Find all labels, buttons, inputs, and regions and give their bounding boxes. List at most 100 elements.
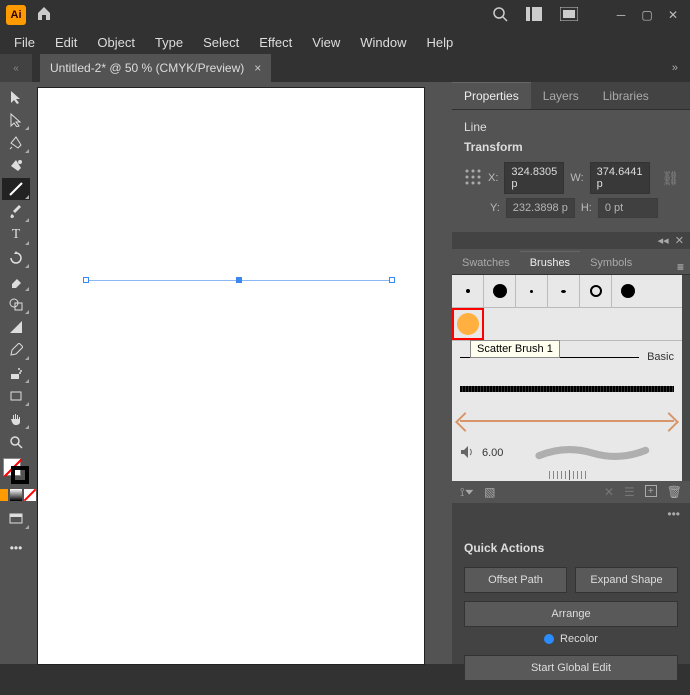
selected-line-object[interactable] (86, 280, 392, 281)
subpanel-collapse-icon[interactable]: ◂◂ ✕ (452, 232, 690, 249)
transform-section-title: Transform (464, 140, 678, 154)
stroke-size-label: 6.00 (482, 447, 503, 459)
h-label: H: (581, 202, 592, 214)
brush-preset-1[interactable] (452, 275, 484, 307)
rectangle-tool[interactable] (2, 385, 30, 407)
eyedropper-tool[interactable] (2, 339, 30, 361)
brush-ticks-row[interactable] (452, 469, 682, 481)
brush-preset-6[interactable] (612, 275, 644, 307)
brush-wavy-row[interactable]: 6.00 (452, 437, 682, 469)
toolbar-collapse-icon[interactable]: « (0, 54, 32, 82)
curvature-tool[interactable] (2, 155, 30, 177)
brush-preset-2[interactable] (484, 275, 516, 307)
document-tab[interactable]: Untitled-2* @ 50 % (CMYK/Preview) × (40, 54, 271, 82)
menu-select[interactable]: Select (193, 31, 249, 54)
app-logo: Ai (6, 5, 26, 25)
x-label: X: (488, 172, 498, 184)
remove-stroke-icon[interactable]: ✕ (604, 485, 614, 499)
offset-path-button[interactable]: Offset Path (464, 567, 567, 593)
x-input[interactable]: 324.8305 p (504, 162, 564, 194)
panel-collapse-icon[interactable]: » (666, 60, 684, 76)
menu-file[interactable]: File (4, 31, 45, 54)
brush-list: Scatter Brush 1 Basic 6.00 (452, 275, 682, 481)
selection-type-label: Line (464, 120, 678, 134)
new-brush-icon[interactable]: + (645, 485, 657, 497)
canvas-area[interactable] (32, 82, 452, 664)
w-label: W: (570, 172, 583, 184)
tab-swatches[interactable]: Swatches (452, 252, 520, 274)
menu-window[interactable]: Window (350, 31, 416, 54)
y-input[interactable]: 232.3898 p (506, 198, 575, 218)
tab-brushes[interactable]: Brushes (520, 251, 580, 274)
panel-more-icon[interactable]: ••• (452, 503, 690, 525)
brush-preset-3[interactable] (516, 275, 548, 307)
menu-type[interactable]: Type (145, 31, 193, 54)
line-tool[interactable] (2, 178, 30, 200)
minimize-button[interactable]: ─ (610, 7, 632, 23)
paintbrush-tool[interactable] (2, 201, 30, 223)
selection-handle-right[interactable] (389, 277, 395, 283)
title-bar: Ai ─ ▢ ✕ (0, 0, 690, 30)
selection-tool[interactable] (2, 86, 30, 108)
zoom-tool[interactable] (2, 431, 30, 453)
expand-shape-button[interactable]: Expand Shape (575, 567, 678, 593)
tab-layers[interactable]: Layers (531, 83, 591, 109)
right-panels: Properties Layers Libraries Line Transfo… (452, 82, 690, 664)
selection-handle-left[interactable] (83, 277, 89, 283)
hand-tool[interactable] (2, 408, 30, 430)
arrange-documents-icon[interactable] (526, 7, 542, 24)
tab-symbols[interactable]: Symbols (580, 252, 642, 274)
shape-builder-tool[interactable] (2, 293, 30, 315)
search-icon[interactable] (492, 6, 508, 25)
document-tab-title: Untitled-2* @ 50 % (CMYK/Preview) (50, 61, 244, 75)
reference-point-icon[interactable] (464, 168, 482, 189)
library-icon[interactable]: ▧ (484, 485, 495, 500)
menu-view[interactable]: View (302, 31, 350, 54)
workspace-icon[interactable] (560, 7, 578, 24)
brush-scrollbar[interactable] (682, 275, 690, 481)
pen-tool[interactable] (2, 132, 30, 154)
arrange-button[interactable]: Arrange (464, 601, 678, 627)
screen-mode-tool[interactable] (2, 508, 30, 530)
delete-brush-icon[interactable]: 🗑 (667, 485, 682, 499)
menu-edit[interactable]: Edit (45, 31, 87, 54)
brush-preset-5[interactable] (580, 275, 612, 307)
color-mode-swatches[interactable] (0, 489, 36, 501)
audio-icon (460, 445, 474, 462)
menu-help[interactable]: Help (416, 31, 463, 54)
home-icon[interactable] (36, 5, 52, 26)
symbol-sprayer-tool[interactable] (2, 362, 30, 384)
panel-menu-icon[interactable]: ≡ (677, 260, 684, 274)
recolor-button[interactable]: Recolor (464, 633, 678, 645)
gradient-tool[interactable] (2, 316, 30, 338)
brush-arrow-row[interactable] (452, 405, 682, 437)
brush-charcoal-row[interactable] (452, 373, 682, 405)
close-button[interactable]: ✕ (662, 7, 684, 23)
properties-panel-tabs: Properties Layers Libraries (452, 82, 690, 110)
brush-scatter-orange[interactable] (452, 308, 484, 340)
menu-effect[interactable]: Effect (249, 31, 302, 54)
maximize-button[interactable]: ▢ (636, 7, 658, 23)
recolor-label: Recolor (560, 633, 598, 645)
edit-toolbar-icon[interactable]: ••• (2, 537, 30, 559)
brush-libraries-icon[interactable]: ⟟⏷ (460, 485, 474, 500)
menu-object[interactable]: Object (87, 31, 145, 54)
direct-selection-tool[interactable] (2, 109, 30, 131)
tab-libraries[interactable]: Libraries (591, 83, 661, 109)
start-global-edit-button[interactable]: Start Global Edit (464, 655, 678, 681)
recolor-dot-icon (544, 634, 554, 644)
type-tool[interactable]: T (2, 224, 30, 246)
link-wh-icon[interactable]: ⛓ (662, 170, 680, 187)
rotate-tool[interactable] (2, 247, 30, 269)
tab-properties[interactable]: Properties (452, 82, 531, 109)
brush-options-icon[interactable]: ☰ (624, 485, 635, 499)
artboard[interactable] (38, 88, 424, 664)
selection-handle-center[interactable] (236, 277, 242, 283)
fill-stroke-swatch[interactable] (3, 458, 29, 484)
brush-basic-row[interactable]: Scatter Brush 1 Basic (452, 341, 682, 373)
document-tab-close-icon[interactable]: × (254, 61, 261, 75)
brush-preset-4[interactable] (548, 275, 580, 307)
eraser-tool[interactable] (2, 270, 30, 292)
w-input[interactable]: 374.6441 p (590, 162, 650, 194)
h-input[interactable]: 0 pt (598, 198, 658, 218)
